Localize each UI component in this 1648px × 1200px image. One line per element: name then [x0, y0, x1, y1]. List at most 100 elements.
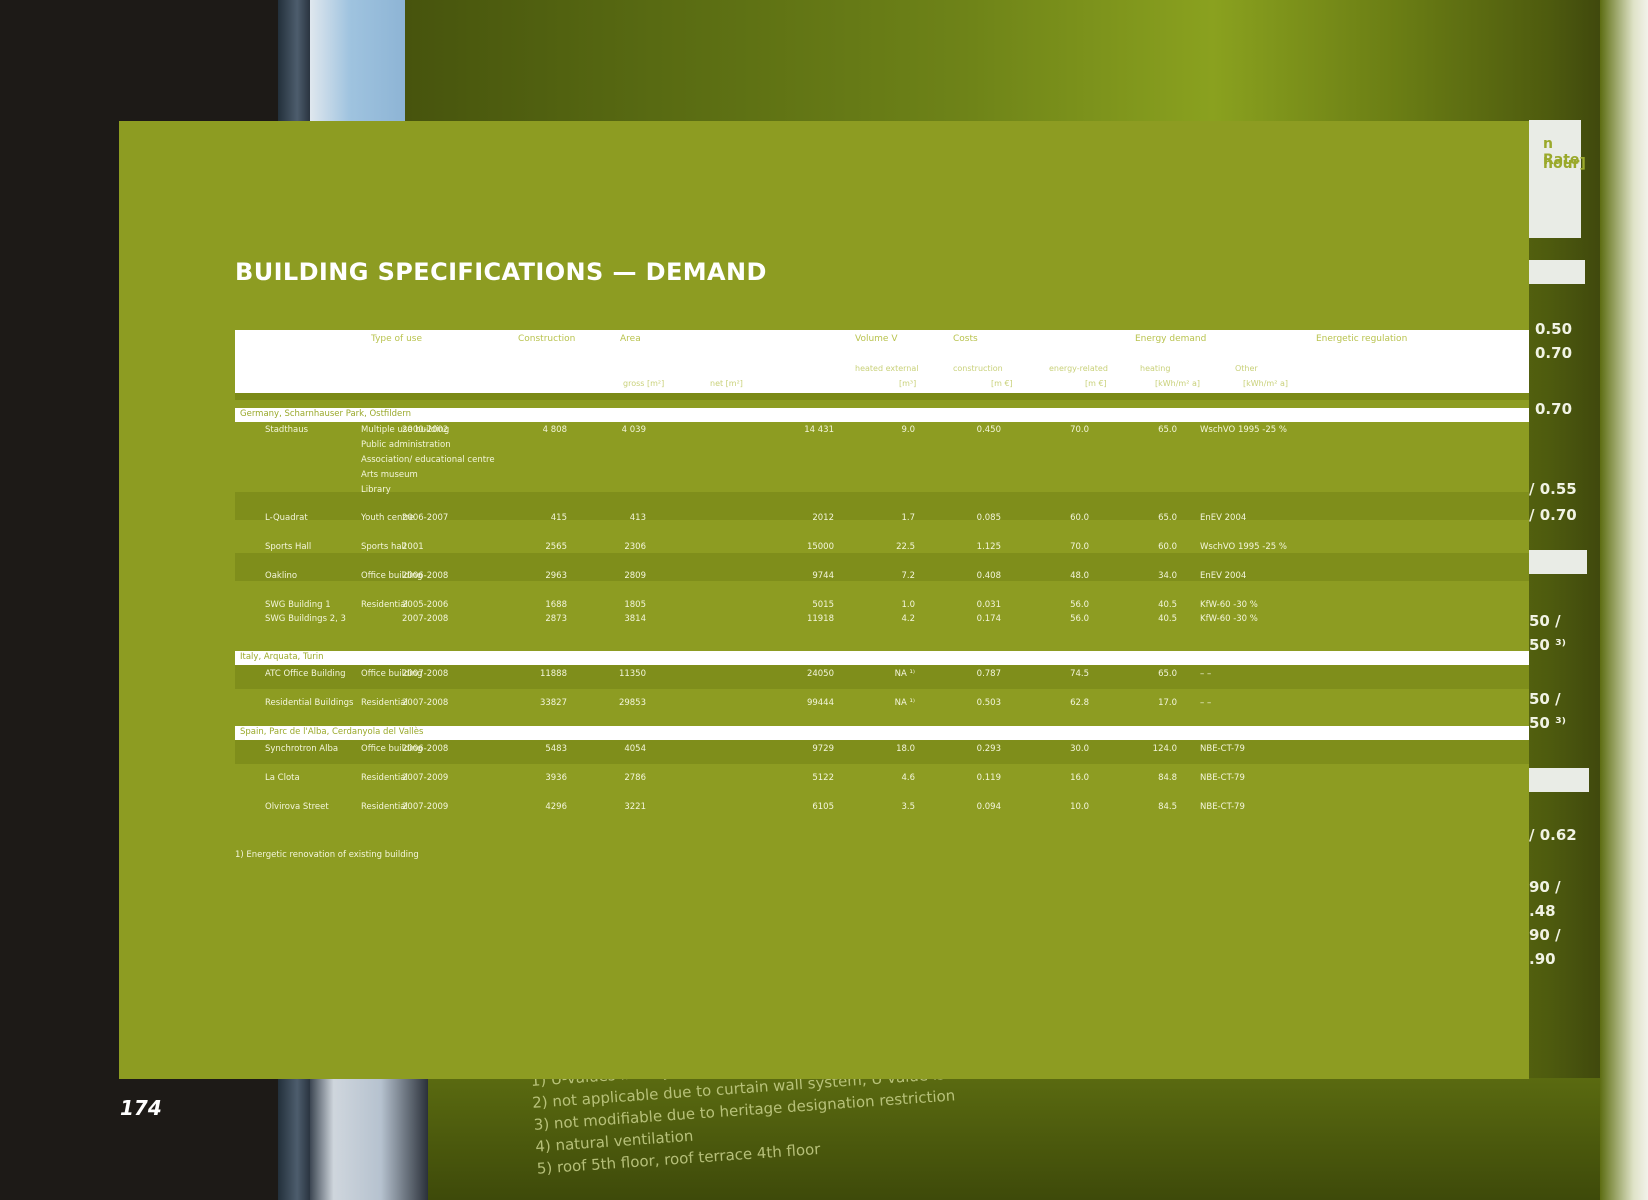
cell-building: L-Quadrat: [265, 513, 308, 523]
right-value: 0.50: [1535, 320, 1573, 338]
cell-energy-cost: 0.787: [976, 669, 1001, 679]
cell-volume: 24050: [806, 669, 834, 679]
cell-construction: 2007-2008: [402, 614, 449, 624]
cell-regulation: NBE-CT-79: [1200, 802, 1245, 812]
subheader-area-net: net [m²]: [710, 379, 743, 388]
cell-volume: 9744: [812, 571, 834, 581]
cell-area-gross: 5483: [545, 744, 567, 754]
cell-area-gross: 11888: [539, 669, 567, 679]
table-header-bar: [235, 393, 1529, 400]
cell-heating: 62.8: [1070, 698, 1089, 708]
cell-area-net: 4 039: [621, 425, 646, 435]
cell-building: Olvirova Street: [265, 802, 329, 812]
cell-other: 17.0: [1158, 698, 1177, 708]
cell-type-of-use: Association/ educational centre: [361, 455, 495, 465]
subheader-heating: heating: [1140, 364, 1171, 373]
cell-type-of-use: Office building: [361, 571, 423, 581]
cell-type-of-use: Youth centre: [361, 513, 415, 523]
cell-heating: 60.0: [1070, 513, 1089, 523]
subheader-area-gross: gross [m²]: [623, 379, 665, 388]
cell-other: 40.5: [1158, 614, 1177, 624]
cell-cost: 7.2: [901, 571, 915, 581]
background-blue-page: [310, 0, 410, 130]
cell-heating: 30.0: [1070, 744, 1089, 754]
cell-energy-cost: 0.503: [976, 698, 1001, 708]
cell-volume: 15000: [806, 542, 834, 552]
subheader-other: Other: [1235, 364, 1258, 373]
cell-heating: 70.0: [1070, 425, 1089, 435]
subheader-cost-unit: [m €]: [991, 379, 1013, 388]
cell-building: Sports Hall: [265, 542, 312, 552]
header-energetic-regulation: Energetic regulation: [1316, 334, 1408, 344]
section-germany: Germany, Scharnhauser Park, Ostfildern: [235, 408, 1529, 422]
cell-building: SWG Buildings 2, 3: [265, 614, 346, 624]
cell-cost: 1.7: [901, 513, 915, 523]
cell-area-gross: 2873: [545, 614, 567, 624]
cell-volume: 14 431: [804, 425, 834, 435]
cell-cost: 4.6: [901, 773, 915, 783]
subheader-cost-energy: energy-related: [1049, 364, 1108, 373]
cell-construction: 2007-2009: [402, 773, 449, 783]
cell-type-of-use: Residential: [361, 600, 408, 610]
cell-regulation: NBE-CT-79: [1200, 773, 1245, 783]
subheader-volume-b: [m³]: [899, 379, 917, 388]
cell-area-net: 2786: [624, 773, 646, 783]
cell-volume: 11918: [806, 614, 834, 624]
header-energy-demand: Energy demand: [1135, 334, 1207, 344]
cell-heating: 16.0: [1070, 773, 1089, 783]
section-title: Germany, Scharnhauser Park, Ostfildern: [240, 409, 412, 419]
subheader-cost-construction: construction: [953, 364, 1003, 373]
cell-energy-cost: 0.293: [976, 744, 1001, 754]
right-value: 90 /: [1529, 878, 1561, 896]
cell-building: SWG Building 1: [265, 600, 331, 610]
background-right-column: n Rate hour] 0.50 0.70 0.70 / 0.55 / 0.7…: [1529, 120, 1599, 1020]
cell-cost: 9.0: [901, 425, 915, 435]
cell-area-net: 4054: [624, 744, 646, 754]
cell-area-net: 413: [629, 513, 646, 523]
cell-energy-cost: 0.031: [976, 600, 1001, 610]
cell-other: 34.0: [1158, 571, 1177, 581]
cell-type-of-use: Residential: [361, 802, 408, 812]
cell-energy-cost: 0.085: [976, 513, 1001, 523]
cell-type-of-use: Sports hall: [361, 542, 407, 552]
cell-cost: 1.0: [901, 600, 915, 610]
cell-volume: 9729: [812, 744, 834, 754]
header-construction: Construction: [518, 334, 576, 344]
cell-regulation: WschVO 1995 -25 %: [1200, 542, 1287, 552]
cell-area-gross: 2963: [545, 571, 567, 581]
cell-heating: 48.0: [1070, 571, 1089, 581]
right-value: .48: [1529, 902, 1556, 920]
cell-area-gross: 4 808: [542, 425, 567, 435]
cell-cost: NA ¹⁾: [894, 669, 915, 679]
cell-area-gross: 4296: [545, 802, 567, 812]
right-value: / 0.62: [1529, 826, 1577, 844]
cell-other: 65.0: [1158, 513, 1177, 523]
right-value: 0.70: [1535, 344, 1573, 362]
cell-regulation: WschVO 1995 -25 %: [1200, 425, 1287, 435]
right-tab-label-2: hour]: [1543, 156, 1586, 172]
cell-other: 124.0: [1152, 744, 1177, 754]
right-white-bar: [1529, 768, 1589, 792]
cell-area-gross: 2565: [545, 542, 567, 552]
subheader-heating-unit: [kWh/m² a]: [1155, 379, 1200, 388]
page-edge: [1600, 0, 1648, 1200]
cell-construction: 2007-2009: [402, 802, 449, 812]
cell-cost: 18.0: [896, 744, 915, 754]
cell-type-of-use: Office building: [361, 669, 423, 679]
right-value: 50 /: [1529, 690, 1561, 708]
cell-type-of-use: Multiple use building: [361, 425, 450, 435]
cell-heating: 56.0: [1070, 600, 1089, 610]
cell-regulation: – –: [1200, 698, 1212, 708]
cell-type-of-use: Office building: [361, 744, 423, 754]
cell-type-of-use: Residential: [361, 773, 408, 783]
cell-cost: 22.5: [896, 542, 915, 552]
cell-building: Oaklino: [265, 571, 298, 581]
page-title: BUILDING SPECIFICATIONS — DEMAND: [235, 258, 767, 286]
cell-building: ATC Office Building: [265, 669, 346, 679]
cell-cost: 4.2: [901, 614, 915, 624]
cell-other: 65.0: [1158, 425, 1177, 435]
cell-heating: 56.0: [1070, 614, 1089, 624]
subheader-other-unit: [kWh/m² a]: [1243, 379, 1288, 388]
right-value: 50 ³⁾: [1529, 714, 1566, 732]
cell-cost: NA ¹⁾: [894, 698, 915, 708]
